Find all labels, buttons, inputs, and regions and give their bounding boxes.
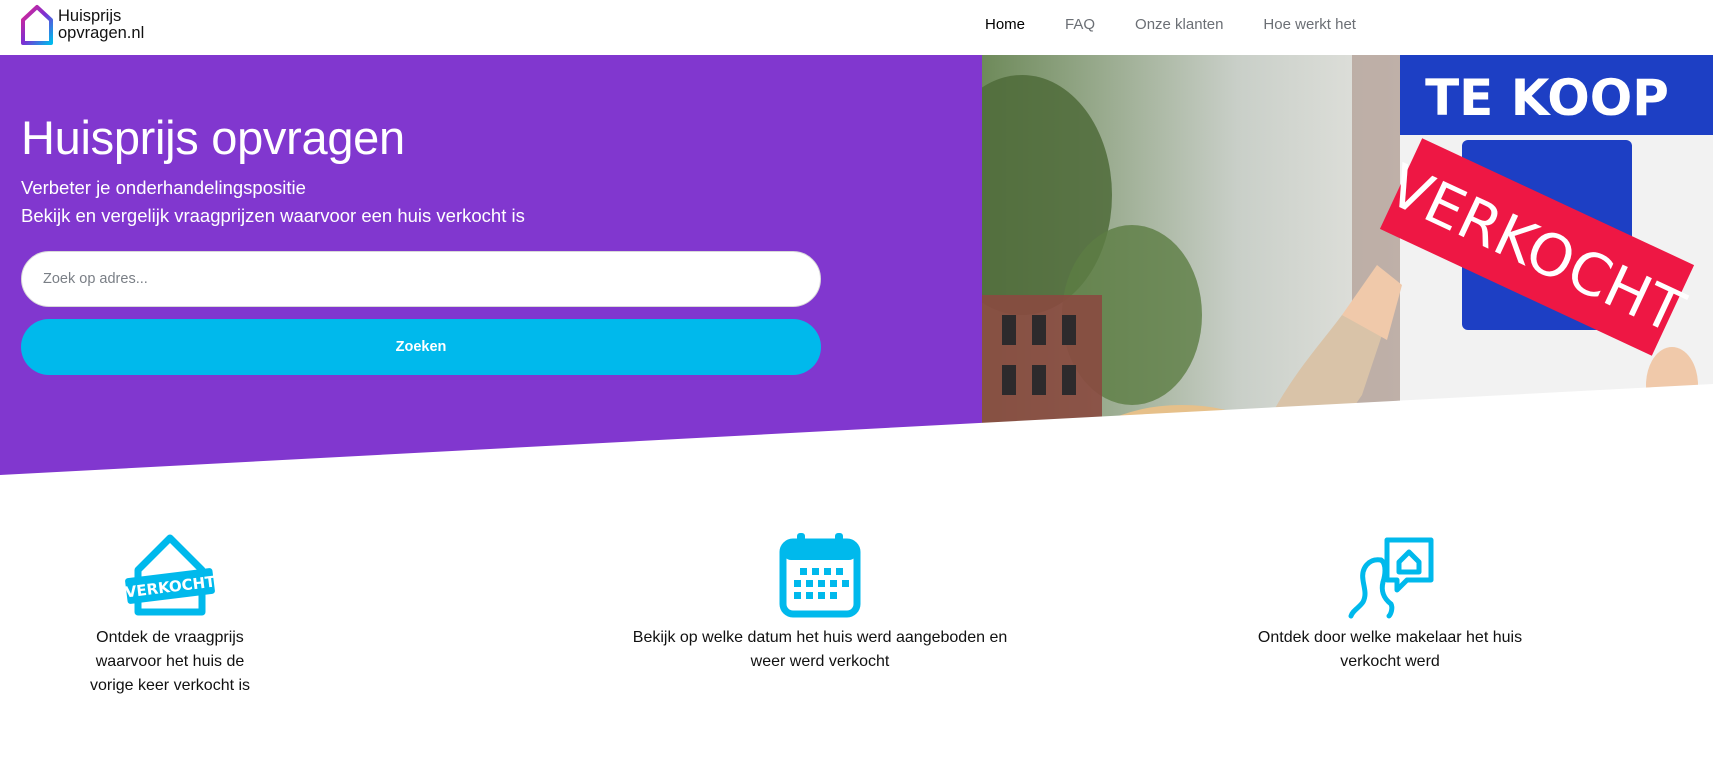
feature-datum: Bekijk op welke datum het huis werd aang… xyxy=(600,530,1040,674)
main-nav: Home FAQ Onze klanten Hoe werkt het xyxy=(985,16,1396,33)
feature-text-line: weer werd verkocht xyxy=(750,653,890,670)
feature-text-line: Bekijk op welke datum het huis werd aang… xyxy=(632,629,1008,646)
brand-line-1: Huisprijs xyxy=(58,7,122,25)
feature-text: Ontdek door welke makelaar het huis verk… xyxy=(1230,626,1550,674)
hero-subtitle-line-2: Bekijk en vergelijk vraagprijzen waarvoo… xyxy=(21,205,525,227)
hero-content: Huisprijs opvragen Verbeter je onderhand… xyxy=(21,110,821,230)
navbar: Huisprijs opvragen.nl Home FAQ Onze klan… xyxy=(0,0,1713,55)
nav-hoe-werkt-het[interactable]: Hoe werkt het xyxy=(1263,16,1356,33)
hero-subtitle-line-1: Verbeter je onderhandelingspositie xyxy=(21,177,306,199)
feature-text-line: waarvoor het huis de xyxy=(95,653,245,670)
feature-vraagprijs: VERKOCHT Ontdek de vraagprijs waarvoor h… xyxy=(70,530,270,698)
feature-text-line: vorige keer verkocht is xyxy=(89,677,251,694)
brand-name: Huisprijs opvragen.nl xyxy=(58,8,144,42)
hero-section: TE KOOP makelaarsland VERKOCHT Huisprijs… xyxy=(0,55,1713,475)
brand-logo-link[interactable]: Huisprijs opvragen.nl xyxy=(20,3,144,47)
calendar-icon xyxy=(779,533,861,618)
feature-text: Bekijk op welke datum het huis werd aang… xyxy=(600,626,1040,674)
page-title: Huisprijs opvragen xyxy=(21,111,405,164)
agent-chat-icon xyxy=(1348,537,1434,619)
feature-text-line: verkocht werd xyxy=(1340,653,1440,670)
address-search-input[interactable] xyxy=(21,251,821,307)
feature-text: Ontdek de vraagprijs waarvoor het huis d… xyxy=(70,626,270,698)
feature-text-line: Ontdek de vraagprijs xyxy=(96,629,244,646)
brand-line-2: opvragen.nl xyxy=(58,24,145,42)
feature-makelaar: Ontdek door welke makelaar het huis verk… xyxy=(1230,530,1550,674)
search-button[interactable]: Zoeken xyxy=(21,319,821,375)
feature-text-line: Ontdek door welke makelaar het huis xyxy=(1257,629,1523,646)
nav-home[interactable]: Home xyxy=(985,16,1025,33)
nav-faq[interactable]: FAQ xyxy=(1065,16,1095,33)
nav-onze-klanten[interactable]: Onze klanten xyxy=(1135,16,1223,33)
house-outline-icon xyxy=(21,5,53,45)
hero-subtitle: Verbeter je onderhandelingspositie Bekij… xyxy=(21,174,821,230)
house-verkocht-icon: VERKOCHT xyxy=(124,534,217,616)
